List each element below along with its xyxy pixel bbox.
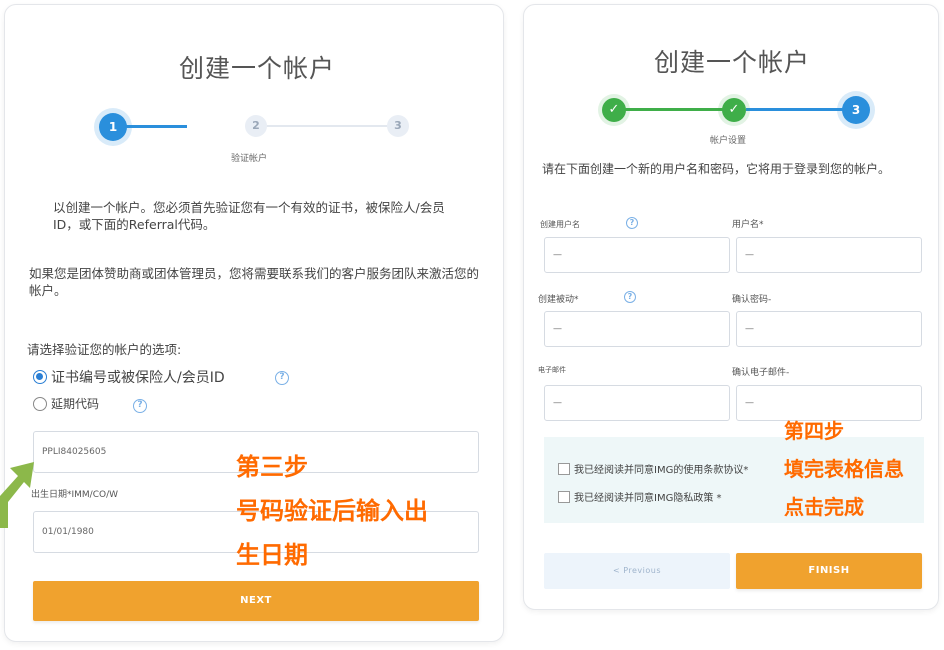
terms-of-use-label: 我已经阅读并同意IMG的使用条款协议* — [574, 465, 749, 476]
privacy-policy-label: 我已经阅读并同意IMG隐私政策 * — [574, 493, 722, 504]
option-referral-code[interactable]: 延期代码 — [33, 395, 99, 412]
annotation-step-4-title: 第四步 — [784, 419, 844, 443]
dob-label: 出生日期*IMM/CO/W — [31, 490, 119, 500]
annotation-step-3-title: 第三步 — [236, 453, 308, 481]
next-button[interactable]: NEXT — [33, 581, 479, 621]
step-3-indicator: 3 — [387, 115, 409, 137]
radio-unselected-icon[interactable] — [33, 396, 47, 411]
step-2-done-icon: ✓ — [722, 98, 746, 122]
page-title: 创建一个帐户 — [179, 54, 336, 83]
annotation-step-4-line-2: 点击完成 — [784, 495, 864, 519]
help-icon[interactable]: ? — [626, 217, 638, 229]
confirm-password-input[interactable]: — — [736, 311, 922, 347]
annotation-step-4-line-1: 填完表格信息 — [784, 457, 904, 481]
group-sponsor-note: 如果您是团体赞助商或团体管理员，您将需要联系我们的客户服务团队来激活您的帐户。 — [29, 266, 480, 298]
stepper-line — [125, 125, 187, 128]
input-placeholder: — — [745, 324, 754, 334]
input-placeholder: — — [553, 250, 562, 260]
terms-of-use-checkbox[interactable]: 我已经阅读并同意IMG的使用条款协议* — [558, 461, 748, 476]
step-1-indicator: 1 — [99, 113, 127, 141]
option-label: 证书编号或被保险人/会员ID — [51, 370, 225, 386]
dob-value: 01/01/1980 — [42, 527, 94, 537]
member-id-value: PPLI84025605 — [42, 447, 107, 457]
finish-button[interactable]: FINISH — [736, 553, 922, 589]
option-label: 延期代码 — [51, 397, 100, 411]
input-placeholder: — — [553, 398, 562, 408]
previous-button[interactable]: < Previous — [544, 553, 730, 589]
annotation-step-3-line-1: 号码验证后输入出 — [236, 497, 428, 525]
step-caption: 帐户设置 — [710, 136, 747, 146]
pointer-arrow-icon — [0, 462, 34, 528]
confirm-email-label: 确认电子邮件- — [732, 368, 790, 378]
step-2-indicator: 2 — [245, 115, 267, 137]
step-3-indicator: 3 — [842, 96, 870, 124]
create-username-label: 创建用户名 — [540, 220, 580, 229]
create-password-label: 创建被动* — [538, 295, 579, 305]
username-input[interactable]: — — [736, 237, 922, 273]
checkbox-icon[interactable] — [558, 462, 570, 475]
help-icon[interactable]: ? — [624, 291, 636, 303]
intro-text: 以创建一个帐户。您必须首先验证您有一个有效的证书，被保险人/会员ID，或下面的R… — [53, 200, 445, 232]
account-card-step-4: 创建一个帐户 ✓ ✓ 3 帐户设置 请在下面创建一个新的用户名和密码，它将用于登… — [523, 4, 939, 610]
email-label: 电子邮件 — [538, 366, 566, 374]
privacy-policy-checkbox[interactable]: 我已经阅读并同意IMG隐私政策 * — [558, 489, 722, 504]
help-icon[interactable]: ? — [275, 371, 289, 385]
email-input[interactable]: — — [544, 385, 730, 421]
intro-text: 请在下面创建一个新的用户名和密码，它将用于登录到您的帐户。 — [542, 162, 891, 176]
stepper-line — [746, 108, 846, 111]
stepper-line — [620, 108, 736, 111]
input-placeholder: — — [553, 324, 562, 334]
create-username-input[interactable]: — — [544, 237, 730, 273]
stepper-line — [267, 125, 387, 127]
step-1-done-icon: ✓ — [602, 98, 626, 122]
step-caption: 验证帐户 — [231, 154, 268, 164]
page-title: 创建一个帐户 — [654, 48, 811, 77]
create-password-input[interactable]: — — [544, 311, 730, 347]
input-placeholder: — — [745, 250, 754, 260]
help-icon[interactable]: ? — [133, 399, 147, 413]
confirm-password-label: 确认密码- — [732, 295, 772, 305]
option-certificate-id[interactable]: 证书编号或被保险人/会员ID — [33, 367, 225, 387]
verify-options-label: 请选择验证您的帐户的选项: — [27, 342, 182, 357]
username-label: 用户名* — [732, 220, 764, 230]
radio-selected-icon[interactable] — [33, 370, 47, 384]
annotation-step-3-line-2: 生日期 — [236, 541, 308, 569]
input-placeholder: — — [745, 398, 754, 408]
checkbox-icon[interactable] — [558, 490, 570, 503]
